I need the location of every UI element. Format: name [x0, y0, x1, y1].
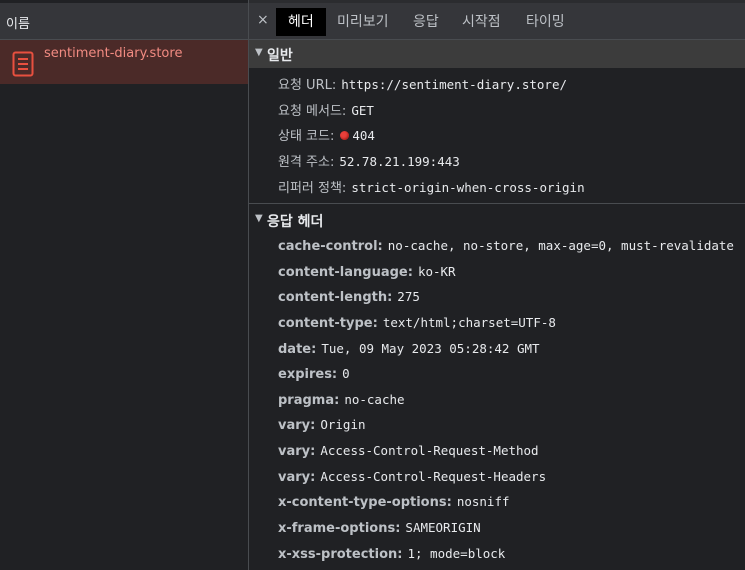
header-value: nosniff	[456, 494, 510, 509]
remote-address-row: 원격 주소: 52.78.21.199:443	[278, 151, 460, 171]
name-column-label: 이름	[6, 17, 30, 32]
header-value: ko-KR	[417, 264, 456, 279]
referrer-policy-row: 리퍼러 정책: strict-origin-when-cross-origin	[278, 177, 585, 197]
request-list-panel: 이름 sentiment-diary.store	[0, 0, 248, 570]
header-row: content-length: 275	[278, 289, 420, 309]
header-row: x-frame-options: SAMEORIGIN	[278, 520, 481, 540]
referrer-policy-value: strict-origin-when-cross-origin	[351, 180, 585, 195]
request-method-value: GET	[351, 103, 374, 118]
header-key: pragma:	[278, 393, 340, 408]
request-method-label: 요청 메서드:	[278, 104, 347, 119]
header-value: no-cache	[344, 392, 405, 407]
header-value: Tue, 09 May 2023 05:28:42 GMT	[321, 341, 540, 356]
status-code-label: 상태 코드:	[278, 129, 335, 144]
header-row: date: Tue, 09 May 2023 05:28:42 GMT	[278, 341, 540, 361]
remote-address-value: 52.78.21.199:443	[339, 154, 460, 169]
request-method-row: 요청 메서드: GET	[278, 100, 374, 120]
header-key: content-type:	[278, 316, 378, 331]
status-error-dot-icon	[340, 131, 350, 140]
header-key: vary:	[278, 418, 316, 433]
request-url-value: https://sentiment-diary.store/	[341, 77, 568, 92]
document-icon	[12, 51, 34, 77]
collapse-triangle-icon: ▼	[255, 47, 263, 58]
header-key: date:	[278, 342, 317, 357]
header-row: vary: Origin	[278, 417, 366, 437]
header-key: vary:	[278, 470, 316, 485]
response-headers-section-header[interactable]: ▼ 응답 헤더	[249, 206, 745, 234]
remote-address-label: 원격 주소:	[278, 155, 335, 170]
header-value: Access-Control-Request-Headers	[320, 469, 547, 484]
header-key: x-xss-protection:	[278, 547, 403, 562]
section-divider	[249, 203, 745, 204]
tab-response[interactable]: 응답	[413, 8, 439, 36]
header-key: vary:	[278, 444, 316, 459]
header-key: x-frame-options:	[278, 521, 401, 536]
details-tabbar: × 헤더 미리보기 응답 시작점 타이밍	[249, 3, 745, 40]
status-code-value: 404	[352, 128, 375, 143]
header-row: content-type: text/html;charset=UTF-8	[278, 315, 556, 335]
header-key: content-length:	[278, 290, 393, 305]
request-details-panel: × 헤더 미리보기 응답 시작점 타이밍 ▼ 일반 요청 URL: https:/…	[249, 0, 745, 570]
general-section-title: 일반	[267, 48, 293, 64]
general-section-header[interactable]: ▼ 일반	[249, 40, 745, 68]
request-name: sentiment-diary.store	[44, 46, 183, 61]
name-column-header[interactable]: 이름	[0, 3, 248, 40]
header-key: cache-control:	[278, 239, 383, 254]
header-row: content-language: ko-KR	[278, 264, 456, 284]
header-row: x-content-type-options: nosniff	[278, 494, 510, 514]
header-value: 1; mode=block	[407, 546, 506, 561]
tab-preview[interactable]: 미리보기	[337, 8, 389, 36]
header-value: text/html;charset=UTF-8	[382, 315, 556, 330]
header-key: expires:	[278, 367, 338, 382]
header-value: Access-Control-Request-Method	[320, 443, 539, 458]
header-row: cache-control: no-cache, no-store, max-ag…	[278, 238, 734, 258]
header-value: 0	[342, 366, 350, 381]
header-row: expires: 0	[278, 366, 350, 386]
header-value: SAMEORIGIN	[405, 520, 481, 535]
request-url-row: 요청 URL: https://sentiment-diary.store/	[278, 74, 567, 94]
header-value: 275	[397, 289, 420, 304]
header-row: x-xss-protection: 1; mode=block	[278, 546, 505, 566]
referrer-policy-label: 리퍼러 정책:	[278, 181, 347, 196]
header-key: x-content-type-options:	[278, 495, 452, 510]
request-url-label: 요청 URL:	[278, 78, 337, 93]
collapse-triangle-icon: ▼	[255, 213, 263, 224]
tab-headers[interactable]: 헤더	[276, 8, 326, 36]
request-row-selected[interactable]: sentiment-diary.store	[0, 40, 248, 84]
status-code-row: 상태 코드: 404	[278, 125, 375, 145]
header-key: content-language:	[278, 265, 413, 280]
header-row: vary: Access-Control-Request-Headers	[278, 469, 546, 489]
close-icon[interactable]: ×	[257, 12, 269, 28]
tab-initiator[interactable]: 시작점	[462, 8, 501, 36]
header-value: no-cache, no-store, max-age=0, must-reva…	[387, 238, 734, 253]
header-row: pragma: no-cache	[278, 392, 405, 412]
header-row: vary: Access-Control-Request-Method	[278, 443, 539, 463]
tab-timing[interactable]: 타이밍	[526, 8, 565, 36]
response-headers-title: 응답 헤더	[267, 214, 324, 230]
header-value: Origin	[320, 417, 366, 432]
